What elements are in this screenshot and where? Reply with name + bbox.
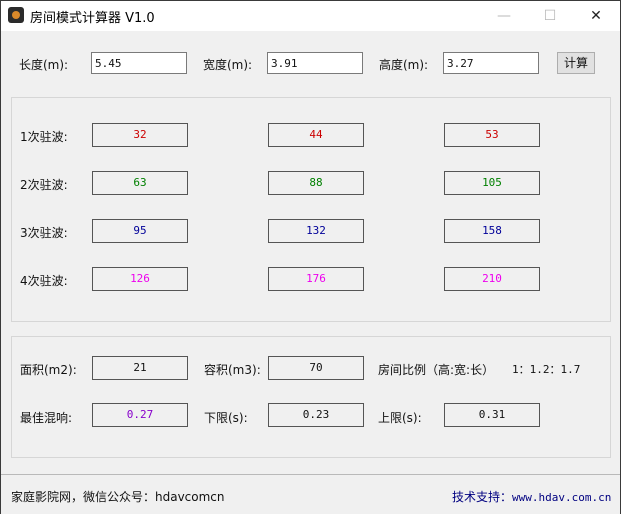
results-group: 面积(m2): 21 容积(m3): 70 房间比例（高:宽:长） 1：1.2：…: [11, 336, 611, 458]
mode-3-width: 132: [268, 219, 364, 243]
maximize-button[interactable]: ☐: [527, 1, 573, 31]
upper-limit-label: 上限(s):: [378, 411, 422, 425]
mode-3-length: 95: [92, 219, 188, 243]
mode-1-width: 44: [268, 123, 364, 147]
width-label: 宽度(m):: [203, 58, 253, 72]
support-link[interactable]: 技术支持：www.hdav.com.cn: [452, 488, 611, 505]
mode-2-height: 105: [444, 171, 540, 195]
volume-label: 容积(m3):: [204, 363, 261, 377]
calculate-button[interactable]: 计算: [557, 52, 595, 74]
mode-row-label: 4次驻波:: [20, 274, 68, 288]
lower-limit-label: 下限(s):: [204, 411, 248, 425]
mode-4-width: 176: [268, 267, 364, 291]
mode-2-length: 63: [92, 171, 188, 195]
mode-1-height: 53: [444, 123, 540, 147]
area-label: 面积(m2):: [20, 363, 77, 377]
mode-2-width: 88: [268, 171, 364, 195]
mode-4-length: 126: [92, 267, 188, 291]
title-bar: 房间模式计算器 V1.0 — ☐ ✕: [1, 1, 620, 31]
mode-3-height: 158: [444, 219, 540, 243]
length-label: 长度(m):: [19, 58, 69, 72]
mode-row-label: 3次驻波:: [20, 226, 68, 240]
mode-row-label: 1次驻波:: [20, 130, 68, 144]
volume-value: 70: [268, 356, 364, 380]
upper-limit-value: 0.31: [444, 403, 540, 427]
height-label: 高度(m):: [379, 58, 429, 72]
reverb-label: 最佳混响:: [20, 411, 73, 425]
mode-1-length: 32: [92, 123, 188, 147]
width-input[interactable]: [267, 52, 363, 74]
length-input[interactable]: [91, 52, 187, 74]
app-window: 房间模式计算器 V1.0 — ☐ ✕ 长度(m): 宽度(m): 高度(m): …: [0, 0, 621, 514]
ratio-value: 1：1.2：1.7: [512, 363, 581, 376]
status-bar: 家庭影院网，微信公众号：hdavcomcn 技术支持：www.hdav.com.…: [1, 474, 620, 514]
window-title: 房间模式计算器 V1.0: [30, 11, 155, 26]
ratio-label: 房间比例（高:宽:长）: [378, 363, 495, 377]
lower-limit-value: 0.23: [268, 403, 364, 427]
footer-info: 家庭影院网，微信公众号：hdavcomcn: [11, 490, 225, 504]
speaker-icon: [8, 7, 24, 23]
minimize-button[interactable]: —: [481, 1, 527, 31]
mode-4-height: 210: [444, 267, 540, 291]
support-label: 技术支持：: [452, 490, 513, 504]
height-input[interactable]: [443, 52, 539, 74]
close-button[interactable]: ✕: [573, 1, 619, 31]
modes-group: 1次驻波: 32 44 53 2次驻波: 63 88 105 3次驻波: 95 …: [11, 97, 611, 322]
area-value: 21: [92, 356, 188, 380]
support-url[interactable]: www.hdav.com.cn: [512, 491, 611, 504]
reverb-value: 0.27: [92, 403, 188, 427]
mode-row-label: 2次驻波:: [20, 178, 68, 192]
